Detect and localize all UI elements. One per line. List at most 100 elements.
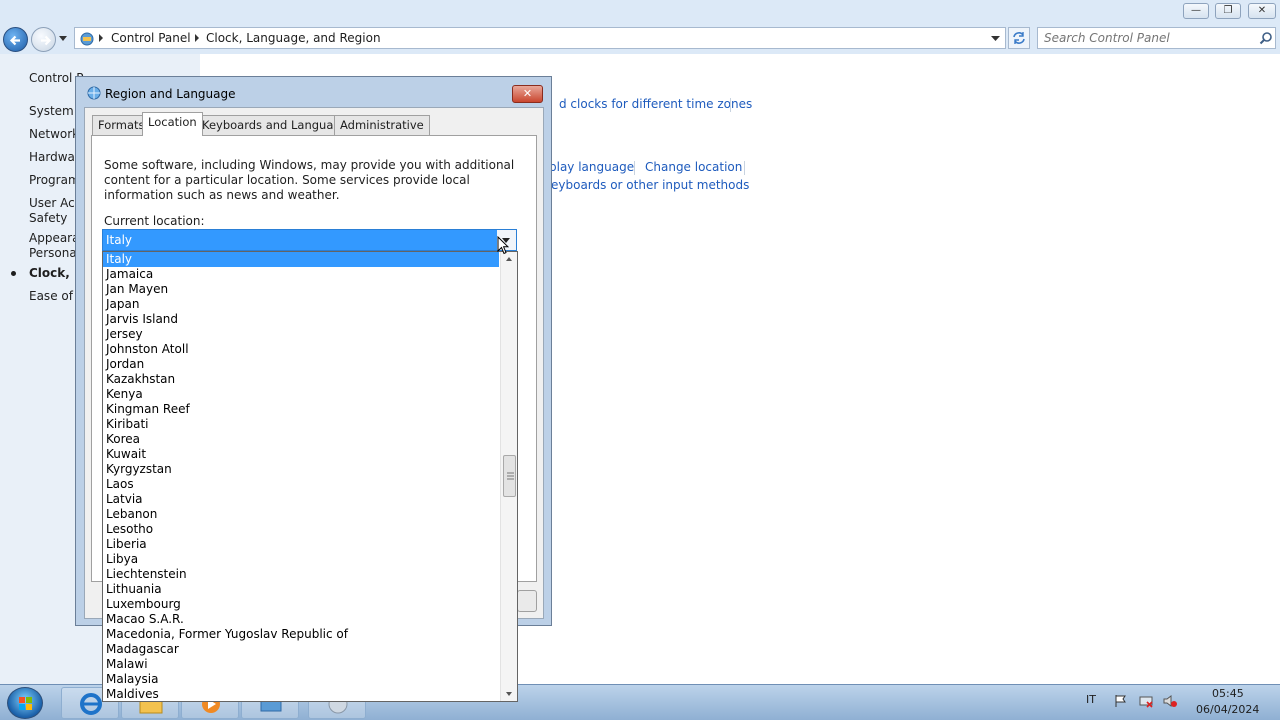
restore-icon: ❐ — [1223, 5, 1233, 16]
breadcrumb-clock-language-region[interactable]: Clock, Language, and Region — [206, 31, 381, 45]
dialog-button-partial[interactable] — [517, 590, 537, 612]
location-option[interactable]: Latvia — [103, 492, 499, 507]
refresh-button[interactable] — [1008, 27, 1030, 49]
location-option[interactable]: Lithuania — [103, 582, 499, 597]
location-option[interactable]: Kuwait — [103, 447, 499, 462]
nav-appearance[interactable]: Appeara — [29, 231, 79, 246]
clock-date[interactable]: 06/04/2024 — [1196, 703, 1259, 716]
action-center-flag-icon[interactable] — [1114, 694, 1128, 708]
location-option[interactable]: Jarvis Island — [103, 312, 499, 327]
search-icon[interactable] — [1259, 31, 1273, 45]
tab-location[interactable]: Location — [142, 112, 203, 136]
link-change-display-language[interactable]: play language — [549, 160, 634, 174]
link-additional-clocks[interactable]: d clocks for different time zones — [559, 97, 752, 111]
combobox-value: Italy — [106, 233, 133, 247]
close-icon: ✕ — [522, 87, 533, 100]
location-option[interactable]: Japan — [103, 297, 499, 312]
restore-button[interactable]: ❐ — [1215, 3, 1241, 19]
dropdown-scrollbar[interactable] — [500, 252, 517, 701]
crumb-separator-icon — [99, 34, 103, 42]
location-option[interactable]: Libya — [103, 552, 499, 567]
location-option[interactable]: Laos — [103, 477, 499, 492]
location-option[interactable]: Lebanon — [103, 507, 499, 522]
link-change-keyboards[interactable]: eyboards or other input methods — [551, 178, 749, 192]
tab-administrative[interactable]: Administrative — [334, 115, 430, 135]
refresh-icon — [1013, 32, 1025, 44]
location-option[interactable]: Kazakhstan — [103, 372, 499, 387]
breadcrumb-control-panel[interactable]: Control Panel — [111, 31, 191, 45]
location-options: Italy Jamaica Jan Mayen Japan Jarvis Island J… — [103, 252, 499, 701]
location-option[interactable]: Macedonia, Former Yugoslav Republic of — [103, 627, 499, 642]
nav-user-accounts[interactable]: User Acc — [29, 196, 81, 211]
globe-clock-icon — [87, 86, 101, 100]
address-dropdown-icon[interactable] — [991, 36, 1000, 42]
forward-arrow-icon — [41, 35, 52, 46]
location-option[interactable]: Kingman Reef — [103, 402, 499, 417]
location-description: Some software, including Windows, may pr… — [104, 158, 515, 202]
windows-logo-icon — [19, 697, 32, 710]
location-option[interactable]: Liberia — [103, 537, 499, 552]
nav-user-accounts-line2[interactable]: Safety — [29, 211, 67, 226]
location-dropdown-list[interactable]: Italy Jamaica Jan Mayen Japan Jarvis Island J… — [102, 251, 518, 702]
location-option[interactable]: Luxembourg — [103, 597, 499, 612]
nav-appearance-line2[interactable]: Personal — [29, 246, 80, 261]
location-option[interactable]: Korea — [103, 432, 499, 447]
crumb-separator-icon — [195, 34, 199, 42]
back-button[interactable] — [3, 27, 28, 52]
location-option[interactable]: Jordan — [103, 357, 499, 372]
current-location-combobox[interactable]: Italy — [102, 229, 517, 251]
location-option[interactable]: Malaysia — [103, 672, 499, 687]
location-option[interactable]: Italy — [103, 252, 499, 267]
address-bar[interactable]: Control Panel Clock, Language, and Regio… — [74, 27, 1006, 49]
location-option[interactable]: Malawi — [103, 657, 499, 672]
navigation-bar: Control Panel Clock, Language, and Regio… — [0, 24, 1280, 54]
grip-icon — [507, 472, 514, 480]
minimize-icon: — — [1191, 5, 1201, 16]
close-window-button[interactable]: ✕ — [1248, 3, 1276, 19]
input-language-indicator[interactable]: IT — [1086, 693, 1096, 706]
dialog-title: Region and Language — [105, 87, 236, 101]
link-divider — [744, 161, 745, 175]
active-bullet-icon — [11, 271, 16, 276]
link-change-location[interactable]: Change location — [645, 160, 742, 174]
location-option[interactable]: Johnston Atoll — [103, 342, 499, 357]
mouse-pointer-icon — [497, 236, 509, 255]
current-location-label: Current location: — [104, 214, 205, 228]
scroll-down-arrow-icon[interactable] — [506, 692, 512, 696]
location-option[interactable]: Jan Mayen — [103, 282, 499, 297]
nav-programs[interactable]: Program — [29, 173, 80, 188]
location-option[interactable]: Jersey — [103, 327, 499, 342]
scrollbar-thumb[interactable] — [503, 455, 516, 497]
back-arrow-icon — [9, 35, 20, 46]
network-icon[interactable] — [1139, 694, 1153, 708]
forward-button[interactable] — [31, 27, 56, 52]
location-option[interactable]: Lesotho — [103, 522, 499, 537]
nav-network[interactable]: Network — [29, 127, 79, 142]
scroll-up-arrow-icon[interactable] — [506, 257, 512, 261]
location-option[interactable]: Liechtenstein — [103, 567, 499, 582]
search-box[interactable] — [1037, 27, 1276, 49]
dialog-close-button[interactable]: ✕ — [512, 85, 543, 103]
location-option[interactable]: Kyrgyzstan — [103, 462, 499, 477]
control-panel-icon — [80, 32, 94, 46]
link-divider — [634, 161, 635, 175]
clock-time[interactable]: 05:45 — [1212, 687, 1244, 700]
location-option[interactable]: Kenya — [103, 387, 499, 402]
window-titlebar: — ❐ ✕ — [0, 0, 1280, 24]
volume-muted-icon[interactable] — [1163, 694, 1177, 708]
start-button[interactable] — [7, 687, 43, 719]
tab-label: Keyboards and Languages — [202, 118, 354, 132]
link-divider — [730, 98, 731, 112]
location-option[interactable]: Macao S.A.R. — [103, 612, 499, 627]
tab-label: Location — [148, 115, 197, 129]
minimize-button[interactable]: — — [1183, 3, 1209, 19]
recent-pages-chevron-icon[interactable] — [59, 36, 67, 42]
search-input[interactable] — [1044, 30, 1254, 46]
location-option[interactable]: Kiribati — [103, 417, 499, 432]
location-option[interactable]: Jamaica — [103, 267, 499, 282]
location-option[interactable]: Maldives — [103, 687, 499, 701]
location-option[interactable]: Madagascar — [103, 642, 499, 657]
nav-hardware[interactable]: Hardwar — [29, 150, 80, 165]
tab-label: Administrative — [340, 118, 424, 132]
tab-label: Formats — [98, 118, 145, 132]
